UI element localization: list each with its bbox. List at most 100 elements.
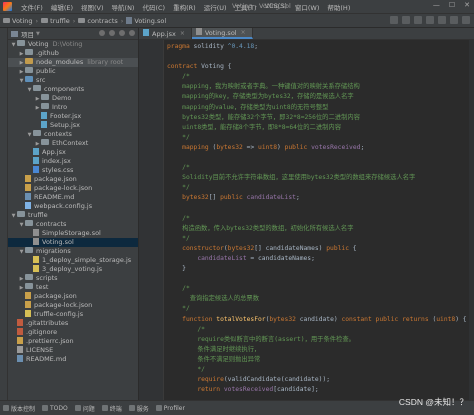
code-token: public — [326, 244, 353, 252]
status-tool-tab[interactable]: Profiler — [153, 405, 189, 412]
tree-item[interactable]: ▼ components — [8, 85, 138, 94]
tree-item[interactable]: webpack.config.js — [8, 201, 138, 211]
menu-item[interactable]: 代码(C) — [138, 2, 169, 12]
code-line: bytes32[] public candidateList; — [167, 193, 474, 203]
tree-item[interactable]: ▼ truffle — [8, 211, 138, 220]
code-editor[interactable]: pragma solidity ^0.4.18; contract Voting … — [139, 40, 474, 400]
user-icon[interactable] — [390, 16, 398, 24]
close-icon[interactable]: × — [180, 30, 185, 37]
code-line: */ — [167, 234, 474, 244]
editor-tab[interactable]: Voting.sol × — [191, 28, 253, 39]
breadcrumb-item-project[interactable]: Voting › — [0, 17, 38, 25]
tree-item[interactable]: ▼ contracts — [8, 220, 138, 229]
code-area[interactable]: pragma solidity ^0.4.18; contract Voting … — [167, 42, 474, 395]
breadcrumb-item-file[interactable]: Voting.sol — [123, 17, 166, 25]
tree-item[interactable]: Setup.jsx — [8, 120, 138, 130]
maximize-icon[interactable]: ☐ — [449, 1, 455, 9]
tree-item[interactable]: ▼ contexts — [8, 130, 138, 139]
menu-item[interactable]: 运行(U) — [200, 2, 231, 12]
menu-item[interactable]: 重构(R) — [169, 2, 200, 12]
tree-item[interactable]: ▶ scripts — [8, 274, 138, 283]
editor-scrollbar[interactable] — [469, 40, 474, 400]
menu-item[interactable]: 窗口(W) — [291, 2, 324, 12]
run-icon[interactable] — [414, 16, 422, 24]
tree-item[interactable]: Footer.jsx — [8, 111, 138, 121]
tree-item[interactable]: Voting.sol — [8, 237, 138, 247]
breadcrumb-item-truffle[interactable]: truffle › — [38, 17, 75, 25]
settings-icon[interactable] — [462, 16, 470, 24]
toolbar-actions — [390, 16, 470, 24]
minimize-icon[interactable]: — — [433, 1, 440, 9]
folder-icon — [17, 40, 25, 46]
tree-item[interactable]: ▶ Demo — [8, 94, 138, 103]
tree-item[interactable]: ▼ migrations — [8, 247, 138, 256]
collapse-all-icon[interactable] — [109, 30, 115, 36]
menu-item[interactable]: 帮助(H) — [323, 2, 354, 12]
tree-item[interactable]: ▶ Intro — [8, 103, 138, 112]
close-icon[interactable]: ✕ — [464, 1, 470, 9]
tree-item[interactable]: ▶ EthContext — [8, 139, 138, 148]
tree-item[interactable]: .gitignore — [8, 327, 138, 337]
debug-icon[interactable] — [426, 16, 434, 24]
tree-item[interactable]: README.md — [8, 354, 138, 364]
tool-window-icon — [3, 405, 9, 411]
tree-item-label: node_modules — [36, 58, 84, 66]
tree-item[interactable]: index.jsx — [8, 156, 138, 166]
status-tool-tab[interactable]: 服务 — [126, 404, 153, 413]
tree-item[interactable]: ▶ public — [8, 67, 138, 76]
tree-item-label: 1_deploy_simple_storage.js — [42, 256, 132, 264]
tree-item[interactable]: SimpleStorage.sol — [8, 228, 138, 238]
left-tool-strip: 项目 — [0, 28, 8, 400]
tree-item[interactable]: ▶ .github — [8, 49, 138, 58]
menu-item[interactable]: 导航(N) — [108, 2, 139, 12]
tree-item[interactable]: ▶ node_modules library root — [8, 58, 138, 67]
code-line: 查询指定候选人的总票数 — [167, 294, 474, 304]
tree-item[interactable]: .gitattributes — [8, 318, 138, 328]
tree-item[interactable]: .prettierrc.json — [8, 336, 138, 346]
tree-item-label: SimpleStorage.sol — [42, 229, 101, 237]
run-config-icon[interactable] — [402, 16, 410, 24]
panel-tools — [99, 30, 135, 36]
breadcrumb-item-contracts[interactable]: contracts › — [75, 17, 123, 25]
status-tool-tab[interactable]: 终端 — [99, 404, 126, 413]
search-icon[interactable] — [450, 16, 458, 24]
stop-icon[interactable] — [438, 16, 446, 24]
file-icon — [25, 300, 31, 308]
status-tool-tab[interactable]: 问题 — [72, 404, 99, 413]
tree-item[interactable]: LICENSE — [8, 345, 138, 355]
code-token: uint8类型，能存储8个字节，即8*8=64位的二进制内容 — [167, 123, 342, 131]
editor-tab[interactable]: App.jsx × — [139, 28, 192, 39]
close-icon[interactable]: × — [241, 29, 246, 36]
menu-item[interactable]: 编辑(E) — [47, 2, 77, 12]
code-token: /* — [167, 214, 190, 222]
code-line: */ — [167, 133, 474, 143]
tool-window-icon — [74, 405, 81, 411]
tree-item[interactable]: ▼ Voting D:\Voting — [8, 40, 138, 49]
file-icon — [25, 192, 31, 200]
status-tool-tab[interactable]: 版本控制 — [0, 404, 39, 413]
code-token: /* — [167, 73, 190, 81]
code-line: */ — [167, 183, 474, 193]
locate-icon[interactable] — [99, 30, 105, 36]
menu-item[interactable]: 视图(V) — [77, 2, 108, 12]
tree-item[interactable]: ▼ src — [8, 76, 138, 85]
tree-item-label: App.jsx — [42, 148, 66, 156]
tree-item[interactable]: truffle-config.js — [8, 309, 138, 319]
code-line: /* — [167, 72, 474, 82]
status-tool-tab[interactable]: TODO — [39, 405, 72, 412]
breadcrumb: Voting › truffle › contracts › Voting.sol — [0, 14, 474, 28]
editor-gutter — [139, 40, 164, 400]
hide-icon[interactable] — [129, 30, 135, 36]
gear-icon[interactable] — [119, 30, 125, 36]
code-token: totalVotesFor — [216, 315, 266, 323]
tree-item[interactable]: 1_deploy_simple_storage.js — [8, 255, 138, 265]
code-line: 构造函数，传入bytes32类型的数组，初始化所有候选人名字 — [167, 224, 474, 234]
menu-item[interactable]: 文件(F) — [17, 2, 47, 12]
tree-item[interactable]: App.jsx — [8, 147, 138, 157]
chevron-down-icon[interactable]: ▼ — [36, 31, 40, 37]
file-icon — [17, 336, 23, 344]
tree-item[interactable]: 3_deploy_voting.js — [8, 264, 138, 274]
project-panel-title[interactable]: 项目 — [21, 29, 34, 39]
code-line: } — [167, 264, 474, 274]
